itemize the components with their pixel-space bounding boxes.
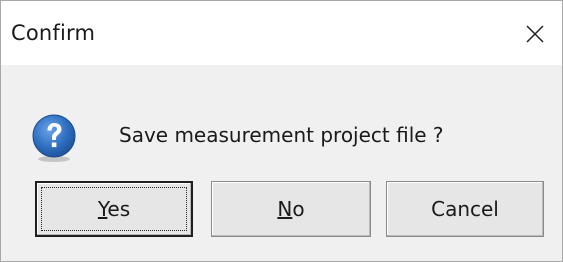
confirm-dialog: Confirm Save measurement project file ? — [0, 0, 563, 262]
cancel-button-label: Cancel — [431, 197, 499, 221]
cancel-button[interactable]: Cancel — [386, 181, 544, 237]
dialog-body: Save measurement project file ? Yes No C… — [1, 65, 562, 261]
title-bar: Confirm — [1, 1, 562, 65]
close-button[interactable] — [518, 17, 552, 51]
dialog-title: Confirm — [11, 21, 96, 45]
message-text: Save measurement project file ? — [119, 123, 444, 147]
yes-button[interactable]: Yes — [35, 181, 193, 237]
yes-button-label: Yes — [97, 197, 131, 221]
question-icon — [32, 114, 76, 162]
no-button-label: No — [277, 197, 305, 221]
no-button[interactable]: No — [211, 181, 371, 237]
close-icon — [526, 25, 544, 43]
